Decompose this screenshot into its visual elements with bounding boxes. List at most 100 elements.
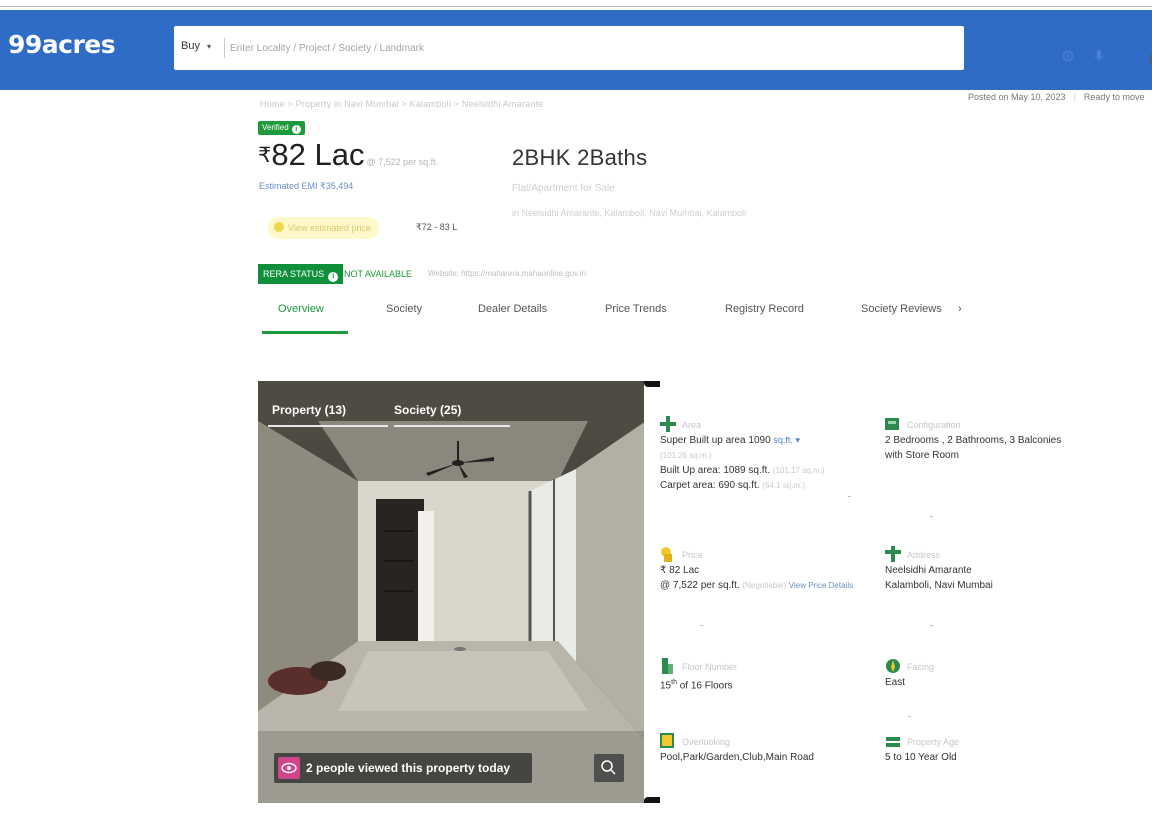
address-label: Address	[907, 550, 941, 560]
carpet-value: Carpet area: 690 sq.ft.	[660, 480, 760, 491]
view-price-details-link[interactable]: View Price Details	[789, 581, 853, 590]
tab-overview[interactable]: Overview	[278, 303, 324, 315]
search-icon[interactable]	[1148, 52, 1152, 68]
overlooking-label: Overlooking	[682, 737, 731, 747]
property-photo-gallery[interactable]: Property (13) Society (25) 2 people view…	[258, 381, 646, 803]
availability-status: Ready to move	[1083, 92, 1145, 102]
configuration-line1: 2 Bedrooms , 2 Bathrooms, 3 Balconies	[885, 435, 1062, 446]
price-value: 82 Lac	[271, 137, 365, 172]
overlooking-value: Pool,Park/Garden,Club,Main Road	[660, 752, 814, 763]
tabs-next-arrow[interactable]: ›	[958, 303, 962, 315]
floor-total: of 16 Floors	[679, 680, 733, 692]
microphone-icon[interactable]	[1094, 50, 1104, 63]
property-type: Flat/Apartment for Sale	[512, 183, 615, 194]
floor-value: 15th of 16 Floors	[660, 675, 870, 693]
area-label: Area	[682, 420, 702, 430]
tab-society[interactable]: Society	[386, 303, 422, 315]
buy-dropdown[interactable]: Buy	[181, 40, 200, 52]
bed-icon	[885, 418, 899, 430]
viewers-text: 2 people viewed this property today	[306, 761, 511, 775]
property-age-label: Property Age	[907, 737, 960, 747]
price-per-sqft-detail: @ 7,522 per sq.ft. (Negotiable) View Pri…	[660, 578, 870, 593]
viewers-banner: 2 people viewed this property today	[274, 753, 532, 783]
detail-property-age: Property Age 5 to 10 Year Old	[885, 735, 1085, 765]
configuration-line2: with Store Room	[885, 450, 959, 461]
detail-facing: Facing East	[885, 659, 1085, 690]
super-built-up-sqm: (101.26 sq.m.)	[660, 451, 712, 460]
verified-label: Verified	[262, 123, 289, 132]
address-line2: Kalamboli, Navi Mumbai	[885, 580, 993, 591]
rupee-symbol: ₹	[258, 144, 272, 167]
area-unit-dropdown[interactable]: sq.ft. ▾	[773, 435, 800, 445]
detail-address: Address Neelsidhi Amarante Kalamboli, Na…	[885, 546, 1105, 593]
photo-tab-underline	[268, 425, 388, 427]
area-unit-label: sq.ft.	[773, 435, 793, 445]
floor-number: 15	[660, 680, 672, 692]
built-up-sqm: (101.17 sq.m.)	[772, 466, 825, 475]
info-icon[interactable]: i	[328, 272, 339, 282]
tab-registry-record[interactable]: Registry Record	[725, 303, 804, 315]
estimated-price-button[interactable]: View estimated price	[268, 217, 379, 239]
calendar-icon	[886, 737, 900, 747]
detail-configuration: Configuration 2 Bedrooms , 2 Bathrooms, …	[885, 418, 1115, 463]
top-header: 99acres Buy ▾	[0, 6, 1152, 90]
address-icon	[885, 546, 901, 562]
zoom-icon[interactable]	[594, 754, 624, 782]
tab-price-trends[interactable]: Price Trends	[605, 303, 667, 315]
window-hairline	[0, 6, 1152, 7]
price-per-sqft: @ 7,522 per sq.ft.	[366, 157, 439, 167]
floor-suffix: th	[671, 679, 677, 686]
separator-dot	[930, 625, 933, 626]
overlooking-icon	[660, 733, 674, 748]
gallery-edge	[644, 381, 660, 803]
posted-info: Posted on May 10, 2023 | Ready to move	[968, 92, 1144, 102]
tab-dealer-details[interactable]: Dealer Details	[478, 303, 547, 315]
search-divider	[224, 38, 225, 58]
price-tag-icon	[661, 547, 672, 562]
separator-dot	[700, 625, 703, 626]
facing-label: Facing	[907, 662, 935, 672]
property-config-title: 2BHK 2Baths	[512, 145, 648, 170]
tab-property-photos[interactable]: Property (13)	[272, 403, 346, 417]
negotiable-tag: (Negotiable)	[742, 581, 786, 590]
rera-badge: RERA STATUS i	[258, 264, 344, 284]
detail-overlooking: Overlooking Pool,Park/Garden,Club,Main R…	[660, 733, 870, 765]
eye-icon	[278, 757, 300, 779]
posted-date: Posted on May 10, 2023	[968, 92, 1066, 102]
configuration-label: Configuration	[907, 420, 961, 430]
search-input[interactable]	[230, 38, 870, 58]
carpet-sqm: (64.1 sq.m.)	[762, 481, 805, 490]
price-value-detail: ₹ 82 Lac	[660, 565, 700, 576]
location-icon[interactable]	[1062, 50, 1074, 62]
info-icon[interactable]: i	[291, 125, 301, 134]
detail-area: Area Super Built up area 1090 sq.ft. ▾ (…	[660, 416, 870, 493]
facing-value: East	[885, 677, 906, 688]
room-photo[interactable]	[258, 381, 646, 803]
super-built-up-area: Super Built up area 1090 sq.ft. ▾	[660, 433, 870, 448]
rera-label: RERA STATUS	[263, 269, 325, 279]
verified-badge: Verified i	[258, 121, 305, 135]
photo-tab-underline	[394, 425, 510, 427]
property-address: in Neelsidhi Amarante, Kalamboli, Navi M…	[512, 208, 747, 218]
tab-society-reviews[interactable]: Society Reviews	[861, 303, 942, 315]
rera-website-link[interactable]: Website: https://maharera.mahaonline.gov…	[428, 269, 586, 278]
carpet-area: Carpet area: 690 sq.ft. (64.1 sq.m.)	[660, 478, 870, 493]
floor-label: Floor Number	[682, 662, 738, 672]
separator-dot	[848, 496, 851, 497]
search-bar: Buy ▾	[174, 26, 1152, 70]
site-logo[interactable]: 99acres	[8, 30, 116, 59]
estimate-label: View estimated price	[288, 223, 371, 233]
detail-floor: Floor Number 15th of 16 Floors	[660, 658, 870, 693]
estimate-range: ₹72 - 83 L	[416, 222, 458, 232]
rera-status: NOT AVAILABLE	[344, 269, 413, 279]
posted-separator: |	[1073, 92, 1076, 102]
compass-icon	[886, 659, 900, 673]
emi-link[interactable]: Estimated EMI ₹35,494	[259, 181, 353, 192]
active-tab-indicator	[262, 331, 348, 334]
price-label: Price	[682, 550, 703, 560]
chevron-down-icon[interactable]: ▾	[207, 42, 211, 51]
breadcrumb[interactable]: Home > Property in Navi Mumbai > Kalambo…	[260, 99, 543, 109]
tab-society-photos[interactable]: Society (25)	[394, 403, 461, 417]
zoom-button[interactable]	[594, 754, 624, 782]
per-sqft-value: @ 7,522 per sq.ft.	[660, 580, 740, 591]
